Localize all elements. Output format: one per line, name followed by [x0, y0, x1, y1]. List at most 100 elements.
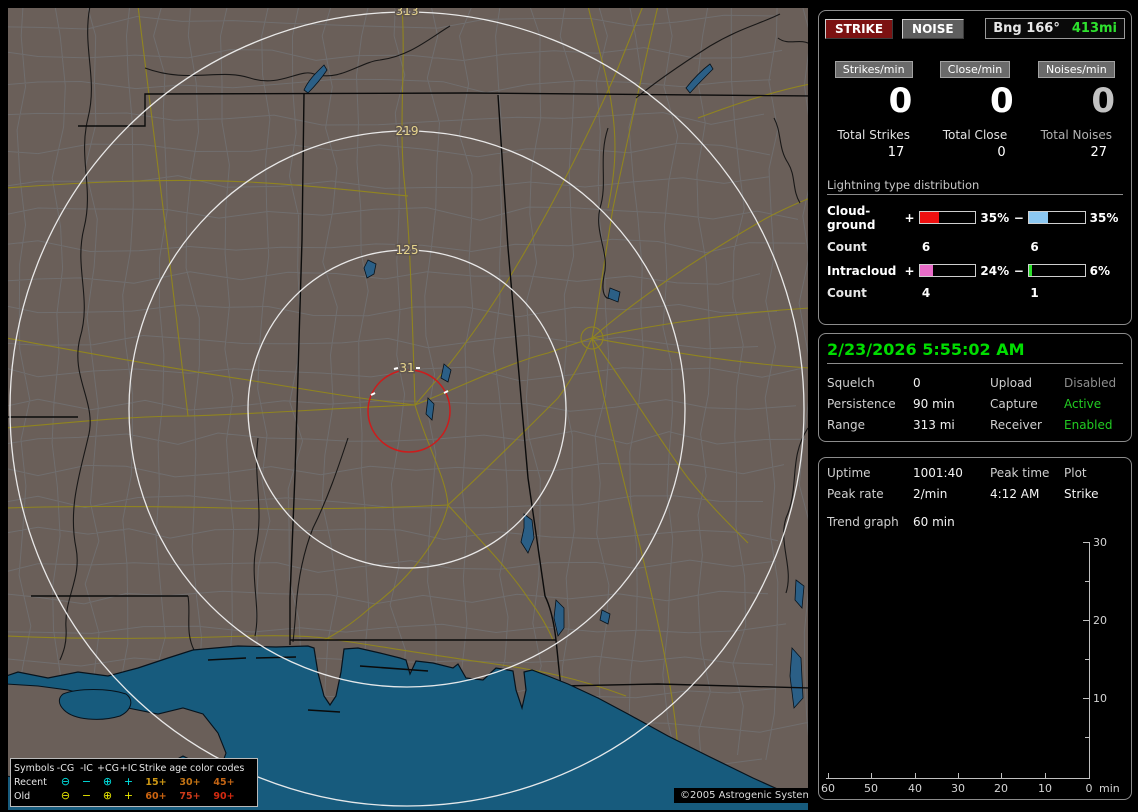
neg-ic-old-icon: − — [81, 789, 92, 802]
x-tick-30: 30 — [951, 782, 965, 795]
x-tick-20: 20 — [994, 782, 1008, 795]
map-canvas: 313 219 125 31 — [8, 8, 808, 810]
intracloud-row: Intracloud + 24% − 6% — [827, 264, 1123, 278]
ic-positive-pct: 24% — [980, 263, 1010, 278]
capture-label: Capture — [990, 397, 1038, 411]
squelch-value: 0 — [913, 376, 921, 390]
noise-toggle-button[interactable]: NOISE — [902, 18, 964, 39]
y-tick-20: 20 — [1093, 614, 1107, 627]
symbol-legend: Symbols -CG -IC +CG +IC Strike age color… — [10, 758, 258, 807]
strikes-counter: Strikes/min 0 Total Strikes 17 — [823, 61, 924, 160]
range-value: 313 mi — [913, 418, 955, 432]
legend-symbols-header: Symbols — [14, 762, 55, 774]
cloud-ground-count-row: Count 6 6 — [827, 240, 1123, 254]
cg-positive-bar — [918, 211, 977, 225]
total-strikes-label: Total Strikes — [837, 127, 910, 142]
status-grid: Squelch 0 Upload Disabled Persistence 90… — [827, 376, 1123, 432]
ring-label-close: 31 — [399, 361, 414, 375]
pos-cg-recent-icon: ⊕ — [102, 775, 113, 788]
x-axis — [826, 778, 1090, 779]
distribution-title: Lightning type distribution — [827, 178, 1123, 195]
intracloud-label: Intracloud — [827, 263, 897, 278]
system-status-box: 2/23/2026 5:55:02 AM Squelch 0 Upload Di… — [818, 333, 1132, 442]
squelch-label: Squelch — [827, 376, 875, 390]
ic-negative-count: 1 — [1030, 285, 1039, 300]
cg-negative-count: 6 — [1030, 239, 1039, 254]
cg-positive-pct: 35% — [980, 210, 1010, 225]
minus-sign: − — [1013, 263, 1024, 278]
cg-positive-count: 6 — [921, 239, 931, 254]
noises-per-min-value: 0 — [1091, 81, 1115, 121]
counters-box: STRIKE NOISE Bng 166° 413mi Strikes/min … — [818, 10, 1132, 325]
capture-status: Active — [1064, 397, 1102, 411]
strike-toggle-button[interactable]: STRIKE — [825, 18, 894, 39]
age-code-15: 15+ — [145, 776, 167, 788]
neg-cg-old-icon: ⊖ — [60, 789, 71, 802]
bearing-label: Bng 166° — [993, 21, 1060, 36]
total-strikes-value: 17 — [887, 144, 905, 160]
total-close-label: Total Close — [942, 127, 1008, 142]
upload-label: Upload — [990, 376, 1033, 390]
neg-cg-recent-icon: ⊖ — [60, 775, 71, 788]
ring-label-inner: 125 — [396, 243, 419, 257]
count-label: Count — [827, 285, 867, 300]
cg-negative-bar — [1027, 211, 1086, 225]
strikes-per-min-value: 0 — [888, 81, 913, 121]
close-per-min-label: Close/min — [939, 61, 1011, 78]
total-noises-label: Total Noises — [1040, 127, 1113, 142]
x-tick-60: 60 — [821, 782, 835, 795]
strikes-per-min-label: Strikes/min — [834, 61, 913, 78]
datetime-display: 2/23/2026 5:55:02 AM — [827, 340, 1123, 364]
ic-negative-pct: 6% — [1089, 263, 1111, 278]
status-panel: STRIKE NOISE Bng 166° 413mi Strikes/min … — [812, 0, 1138, 812]
plus-sign: + — [904, 263, 915, 278]
age-code-30: 30+ — [179, 776, 201, 788]
cloud-ground-row: Cloud-ground + 35% − 35% — [827, 204, 1123, 232]
age-code-75: 75+ — [179, 790, 201, 802]
y-tick-10: 10 — [1093, 692, 1107, 705]
receiver-status: Enabled — [1064, 418, 1113, 432]
ring-label-outer: 313 — [396, 8, 419, 18]
age-code-90: 90+ — [213, 790, 235, 802]
x-axis-unit: min — [1099, 782, 1120, 795]
legend-recent-label: Recent — [14, 776, 47, 788]
ic-positive-bar — [918, 264, 977, 278]
ic-positive-count: 4 — [921, 285, 931, 300]
legend-col-pos-cg: +CG — [97, 762, 119, 774]
lightning-type-distribution: Lightning type distribution Cloud-ground… — [827, 178, 1123, 300]
noises-counter: Noises/min 0 Total Noises 27 — [1026, 61, 1127, 160]
legend-col-pos-ic: +IC — [119, 762, 138, 774]
persistence-label: Persistence — [827, 397, 896, 411]
total-close-value: 0 — [997, 144, 1006, 160]
x-tick-10: 10 — [1038, 782, 1052, 795]
close-counter: Close/min 0 Total Close 0 — [924, 61, 1025, 160]
legend-age-header: Strike age color codes — [139, 762, 245, 774]
count-label: Count — [827, 239, 867, 254]
cg-negative-pct: 35% — [1089, 210, 1119, 225]
total-noises-value: 27 — [1090, 144, 1107, 160]
y-tick-30: 30 — [1093, 536, 1107, 549]
pos-ic-recent-icon: + — [123, 775, 134, 788]
noises-per-min-label: Noises/min — [1037, 61, 1115, 78]
y-axis — [1089, 542, 1090, 779]
receiver-label: Receiver — [990, 418, 1042, 432]
lightning-map[interactable]: 313 219 125 31 Symbols -CG -IC +CG +IC S… — [8, 8, 808, 810]
ic-negative-bar — [1027, 264, 1086, 278]
upload-status: Disabled — [1064, 376, 1117, 390]
pos-ic-old-icon: + — [123, 789, 134, 802]
bearing-range: 413mi — [1071, 21, 1117, 36]
persistence-value: 90 min — [913, 397, 955, 411]
neg-ic-recent-icon: − — [81, 775, 92, 788]
trend-graph: 30 20 10 60 50 40 30 20 10 0 min — [819, 458, 1131, 799]
cloud-ground-label: Cloud-ground — [827, 203, 876, 232]
legend-col-neg-ic: -IC — [80, 762, 93, 774]
intracloud-count-row: Count 4 1 — [827, 286, 1123, 300]
pos-cg-old-icon: ⊕ — [102, 789, 113, 802]
x-tick-40: 40 — [908, 782, 922, 795]
x-tick-50: 50 — [864, 782, 878, 795]
age-code-45: 45+ — [213, 776, 235, 788]
bearing-readout: Bng 166° 413mi — [985, 18, 1125, 39]
close-per-min-value: 0 — [989, 81, 1014, 121]
legend-old-label: Old — [14, 790, 31, 802]
range-label: Range — [827, 418, 866, 432]
